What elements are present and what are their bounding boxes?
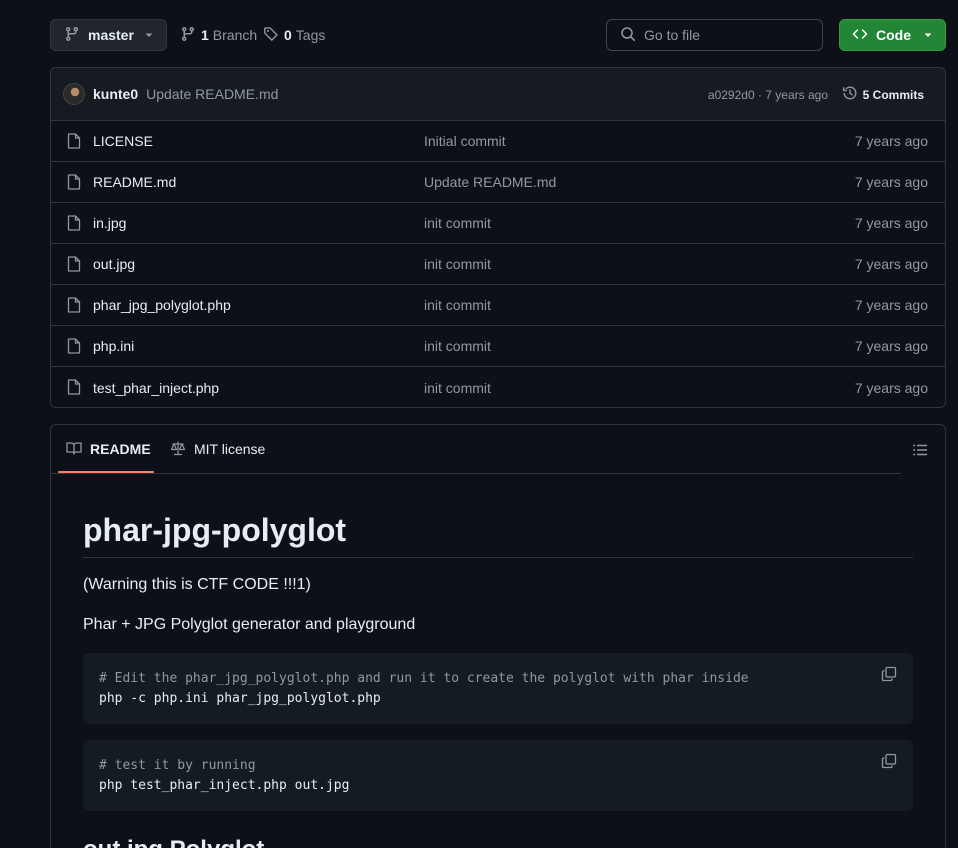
avatar[interactable] bbox=[63, 83, 85, 105]
code-block: # Edit the phar_jpg_polyglot.php and run… bbox=[83, 653, 913, 725]
commits-label: 5 Commits bbox=[862, 87, 924, 102]
file-icon bbox=[67, 133, 81, 152]
file-age: 7 years ago bbox=[854, 338, 928, 354]
file-name[interactable]: out.jpg bbox=[93, 256, 135, 272]
file-name[interactable]: phar_jpg_polyglot.php bbox=[93, 297, 231, 313]
tag-icon bbox=[263, 26, 279, 45]
file-name[interactable]: php.ini bbox=[93, 338, 134, 354]
tags-count: 0 bbox=[284, 27, 292, 43]
code-button[interactable]: Code bbox=[839, 19, 946, 51]
file-icon bbox=[67, 174, 81, 193]
law-icon bbox=[170, 440, 194, 459]
active-tab-indicator bbox=[58, 471, 154, 473]
code-command: php -c php.ini phar_jpg_polyglot.php bbox=[99, 691, 381, 707]
file-commit-message[interactable]: init commit bbox=[424, 297, 491, 313]
code-button-label: Code bbox=[876, 27, 911, 43]
file-listing: kunte0 Update README.md a0292d0 · 7 year… bbox=[50, 67, 946, 408]
branches-count: 1 bbox=[201, 27, 209, 43]
git-branch-icon bbox=[180, 26, 196, 45]
file-commit-message[interactable]: Initial commit bbox=[424, 133, 506, 149]
commit-message[interactable]: Update README.md bbox=[146, 86, 278, 102]
file-age: 7 years ago bbox=[854, 256, 928, 272]
readme-content: phar-jpg-polyglot (Warning this is CTF C… bbox=[83, 474, 913, 848]
go-to-file-input[interactable]: Go to file bbox=[606, 19, 823, 51]
file-age: 7 years ago bbox=[854, 297, 928, 313]
branch-name: master bbox=[88, 27, 134, 43]
branches-link[interactable]: 1 Branch bbox=[180, 19, 257, 51]
file-commit-message[interactable]: init commit bbox=[424, 338, 491, 354]
search-icon bbox=[620, 26, 644, 45]
readme-paragraph: Phar + JPG Polyglot generator and playgr… bbox=[83, 616, 416, 634]
file-age: 7 years ago bbox=[854, 379, 928, 396]
file-commit-message[interactable]: init commit bbox=[424, 256, 491, 272]
readme-panel: README MIT license phar-jpg-polyglot (Wa… bbox=[50, 424, 946, 848]
code-comment: # Edit the phar_jpg_polyglot.php and run… bbox=[99, 671, 749, 687]
tab-readme[interactable]: README bbox=[66, 425, 151, 473]
readme-title: phar-jpg-polyglot bbox=[83, 511, 913, 559]
file-icon bbox=[67, 215, 81, 234]
file-row[interactable]: test_phar_inject.php init commit 7 years… bbox=[51, 367, 945, 407]
file-icon bbox=[67, 297, 81, 316]
branches-label: Branch bbox=[212, 27, 258, 43]
file-age: 7 years ago bbox=[854, 215, 928, 231]
readme-heading: out.jpg Polyglot bbox=[83, 835, 913, 848]
branch-select-button[interactable]: master bbox=[50, 19, 167, 51]
file-row[interactable]: phar_jpg_polyglot.php init commit 7 year… bbox=[51, 285, 945, 326]
tab-license[interactable]: MIT license bbox=[170, 425, 265, 473]
file-name[interactable]: test_phar_inject.php bbox=[93, 380, 219, 396]
code-comment: # test it by running bbox=[99, 758, 256, 774]
copy-icon[interactable] bbox=[881, 666, 897, 689]
history-icon bbox=[842, 85, 863, 104]
commit-sha-age[interactable]: a0292d0 · 7 years ago bbox=[708, 68, 828, 121]
tab-license-label: MIT license bbox=[194, 441, 266, 457]
file-age: 7 years ago bbox=[854, 133, 928, 149]
tags-label: Tags bbox=[295, 27, 326, 43]
file-row[interactable]: out.jpg init commit 7 years ago bbox=[51, 244, 945, 285]
file-row[interactable]: php.ini init commit 7 years ago bbox=[51, 326, 945, 367]
book-icon bbox=[66, 440, 90, 459]
code-command: php test_phar_inject.php out.jpg bbox=[99, 778, 350, 794]
file-icon bbox=[67, 256, 81, 275]
readme-tabs: README MIT license bbox=[51, 425, 901, 474]
tags-link[interactable]: 0 Tags bbox=[263, 19, 325, 51]
list-unordered-icon[interactable] bbox=[912, 442, 928, 461]
file-row[interactable]: in.jpg init commit 7 years ago bbox=[51, 203, 945, 244]
repo-toolbar: master 1 Branch 0 Tags Go to file Code bbox=[50, 19, 946, 51]
file-age: 7 years ago bbox=[854, 174, 928, 190]
file-icon bbox=[67, 379, 81, 398]
copy-icon[interactable] bbox=[881, 753, 897, 776]
commit-author[interactable]: kunte0 bbox=[93, 86, 138, 102]
file-commit-message[interactable]: init commit bbox=[424, 380, 491, 396]
file-row[interactable]: README.md Update README.md 7 years ago bbox=[51, 162, 945, 203]
file-name[interactable]: README.md bbox=[93, 174, 176, 190]
caret-down-icon bbox=[923, 27, 933, 43]
go-to-file-placeholder: Go to file bbox=[644, 27, 701, 43]
file-commit-message[interactable]: init commit bbox=[424, 215, 491, 231]
git-branch-icon bbox=[64, 26, 80, 45]
code-icon bbox=[852, 26, 868, 45]
file-commit-message[interactable]: Update README.md bbox=[424, 174, 556, 190]
latest-commit-bar: kunte0 Update README.md a0292d0 · 7 year… bbox=[51, 68, 945, 121]
tab-readme-label: README bbox=[90, 441, 151, 457]
code-block: # test it by running php test_phar_injec… bbox=[83, 740, 913, 812]
caret-down-icon bbox=[144, 27, 154, 43]
file-icon bbox=[67, 338, 81, 357]
file-row[interactable]: LICENSE Initial commit 7 years ago bbox=[51, 121, 945, 162]
file-name[interactable]: LICENSE bbox=[93, 133, 153, 149]
readme-paragraph: (Warning this is CTF CODE !!!1) bbox=[83, 576, 311, 594]
commits-link[interactable]: 5 Commits bbox=[842, 68, 924, 121]
file-name[interactable]: in.jpg bbox=[93, 215, 126, 231]
